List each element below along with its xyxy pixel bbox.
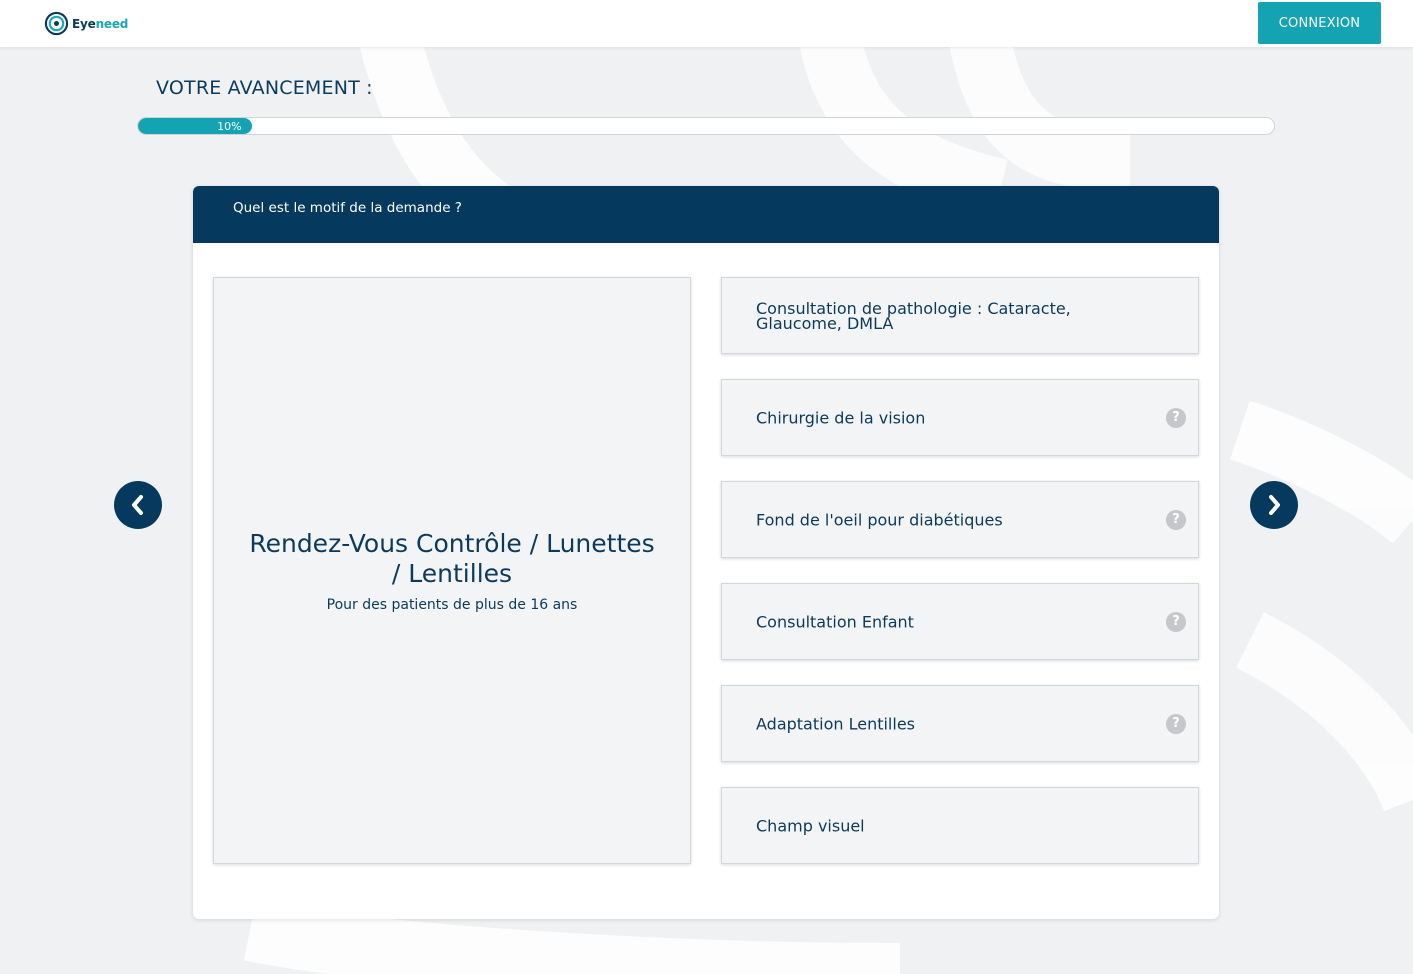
option-pathology-consultation[interactable]: Consultation de pathologie : Cataracte, … <box>721 277 1199 354</box>
brand-name: Eyeneed <box>72 17 128 31</box>
question-circle-icon[interactable]: ? <box>1166 407 1186 428</box>
previous-button[interactable] <box>114 481 162 529</box>
featured-option-title: Rendez-Vous Contrôle / Lunettes / Lentil… <box>249 528 655 588</box>
question-header: Quel est le motif de la demande ? <box>193 186 1219 243</box>
progress-title: VOTRE AVANCEMENT : <box>156 77 373 99</box>
brand-logo[interactable]: Eyeneed <box>44 11 128 36</box>
login-button[interactable]: CONNEXION <box>1258 2 1381 44</box>
brand-name-part1: Eye <box>72 16 96 31</box>
option-label: Consultation de pathologie : Cataracte, … <box>756 298 1071 333</box>
question-circle-icon[interactable]: ? <box>1166 611 1186 632</box>
featured-option-subtitle: Pour des patients de plus de 16 ans <box>326 596 578 613</box>
option-label: Consultation Enfant <box>756 612 914 631</box>
option-label: Chirurgie de la vision <box>756 408 926 427</box>
next-button[interactable] <box>1250 481 1298 529</box>
option-label: Fond de l'oeil pour diabétiques <box>756 510 1003 529</box>
question-card: Quel est le motif de la demande ? Rendez… <box>193 186 1219 919</box>
option-lens-fitting[interactable]: Adaptation Lentilles ? <box>721 685 1199 762</box>
chevron-right-icon <box>1269 495 1280 515</box>
option-label: Adaptation Lentilles <box>756 714 915 733</box>
option-vision-surgery[interactable]: Chirurgie de la vision ? <box>721 379 1199 456</box>
top-navbar: Eyeneed CONNEXION <box>0 0 1413 47</box>
chevron-left-icon <box>132 495 143 515</box>
option-diabetic-fundus[interactable]: Fond de l'oeil pour diabétiques ? <box>721 481 1199 558</box>
brand-name-part2: need <box>95 16 129 31</box>
option-label: Champ visuel <box>756 816 865 835</box>
progress-bar-fill: 10% <box>138 118 252 134</box>
option-routine-checkup[interactable]: Rendez-Vous Contrôle / Lunettes / Lentil… <box>213 277 691 864</box>
option-visual-field[interactable]: Champ visuel <box>721 787 1199 864</box>
eye-logo-icon <box>44 11 69 36</box>
question-text: Quel est le motif de la demande ? <box>233 200 462 216</box>
question-circle-icon[interactable]: ? <box>1166 713 1186 734</box>
progress-percent-label: 10% <box>217 119 242 133</box>
question-circle-icon[interactable]: ? <box>1166 509 1186 530</box>
progress-bar: 10% <box>137 117 1275 135</box>
option-child-consultation[interactable]: Consultation Enfant ? <box>721 583 1199 660</box>
